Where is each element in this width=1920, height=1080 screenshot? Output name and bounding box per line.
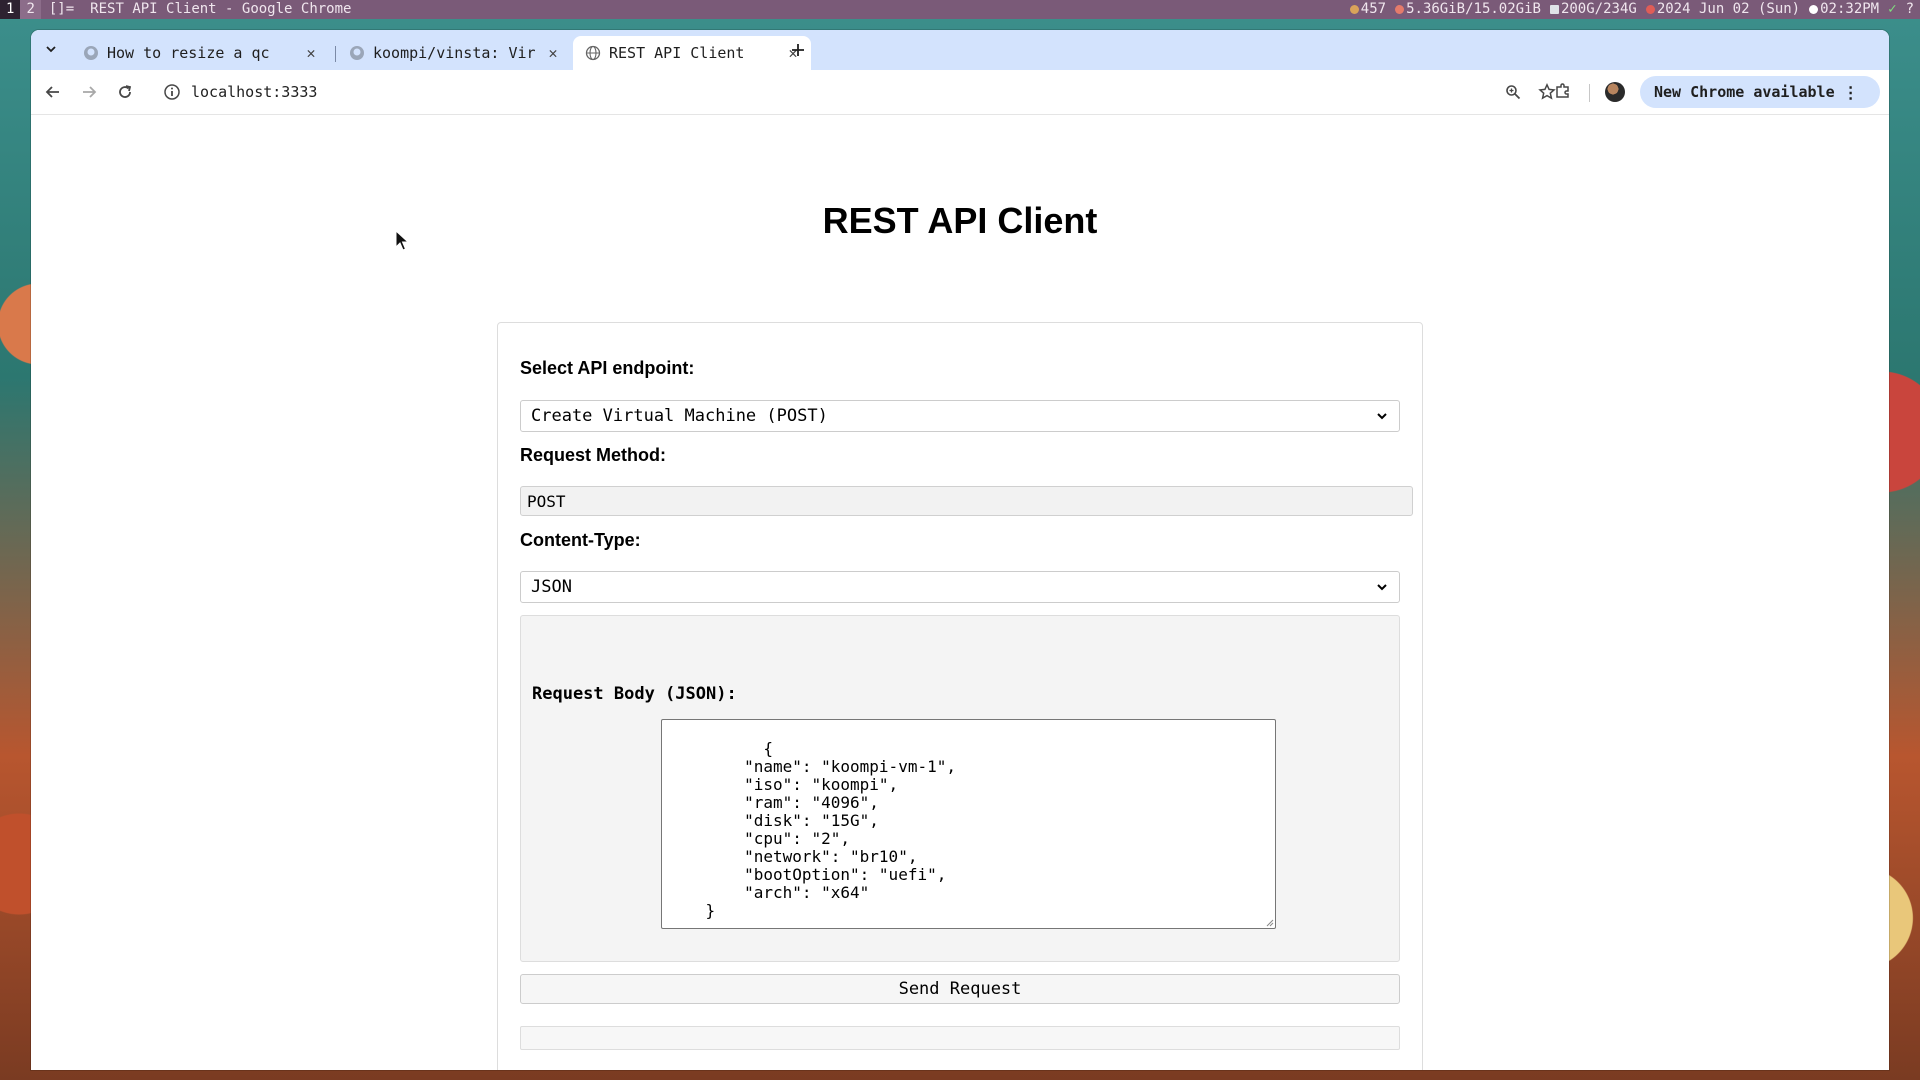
endpoint-label: Select API endpoint: <box>520 358 695 378</box>
site-info-icon[interactable] <box>163 83 181 101</box>
url-text[interactable]: localhost:3333 <box>191 83 317 101</box>
back-button[interactable] <box>41 80 65 104</box>
address-bar[interactable]: localhost:3333 <box>153 76 1567 108</box>
response-output <box>520 1026 1400 1050</box>
tab-label: How to resize a qc <box>107 44 270 62</box>
tab-label: REST API Client <box>609 44 745 62</box>
forward-button[interactable] <box>77 80 101 104</box>
tab-rest-api-client[interactable]: REST API Client ✕ <box>573 36 811 70</box>
request-method-input[interactable]: POST <box>520 486 1413 516</box>
tab-label: koompi/vinsta: Vir <box>373 44 536 62</box>
workspace-2[interactable]: 2 <box>20 0 41 19</box>
request-method-label: Request Method: <box>520 445 666 465</box>
package-icon <box>1349 5 1359 14</box>
profile-avatar[interactable] <box>1605 82 1625 102</box>
tab-resize-qcow[interactable]: How to resize a qc ✕ <box>71 36 329 70</box>
os-status-bar: 1 2 []= REST API Client - Google Chrome … <box>0 0 1920 19</box>
browser-toolbar: localhost:3333 New Chrome available ⋮ <box>31 70 1889 115</box>
send-request-button[interactable]: Send Request <box>520 974 1400 1004</box>
content-type-select[interactable]: JSON <box>520 571 1400 603</box>
content-type-label: Content-Type: <box>520 530 641 550</box>
browser-window: How to resize a qc ✕ koompi/vinsta: Vir … <box>31 30 1889 1070</box>
content-type-selected-value: JSON <box>531 577 572 597</box>
help-icon[interactable]: ? <box>1906 0 1914 19</box>
request-body-label: Request Body (JSON): <box>532 684 737 704</box>
calendar-icon <box>1645 5 1655 14</box>
reload-icon <box>119 85 132 98</box>
disk-indicator: 200G/234G <box>1549 0 1637 19</box>
mouse-cursor-icon <box>395 230 409 251</box>
memory-indicator: 5.36GiB/15.02GiB <box>1395 0 1541 19</box>
zoom-button[interactable] <box>1503 82 1523 102</box>
new-tab-button[interactable] <box>786 38 810 62</box>
extensions-button[interactable] <box>1553 81 1573 101</box>
arrow-left-icon <box>45 86 59 98</box>
request-method-value: POST <box>527 491 566 511</box>
resize-handle-icon[interactable] <box>1264 917 1274 927</box>
memory-icon <box>1395 5 1405 14</box>
request-body-section: Request Body (JSON): { "name": "koompi-v… <box>520 615 1400 962</box>
tab-search-button[interactable] <box>39 37 63 61</box>
request-body-textarea[interactable]: { "name": "koompi-vm-1", "iso": "koompi"… <box>661 719 1276 929</box>
puzzle-icon <box>1556 83 1569 98</box>
page-title: REST API Client <box>822 200 1098 241</box>
endpoint-selected-value: Create Virtual Machine (POST) <box>531 406 828 426</box>
disk-icon <box>1549 5 1559 14</box>
updates-indicator: 457 <box>1349 0 1386 19</box>
arrow-right-icon <box>83 86 97 98</box>
send-request-label: Send Request <box>898 979 1022 999</box>
time-indicator: 02:32PM <box>1809 0 1879 19</box>
request-body-text: { "name": "koompi-vm-1", "iso": "koompi"… <box>705 739 956 920</box>
date-indicator: 2024 Jun 02 (Sun) <box>1645 0 1800 19</box>
clock-icon <box>1809 5 1819 14</box>
layout-indicator[interactable]: []= <box>41 0 82 19</box>
chevron-down-icon <box>1377 413 1387 420</box>
github-icon <box>84 46 98 60</box>
api-form-panel: Select API endpoint: Create Virtual Mach… <box>497 322 1423 1070</box>
toolbar-divider <box>1589 84 1590 102</box>
close-icon[interactable]: ✕ <box>545 44 561 62</box>
tab-strip: How to resize a qc ✕ koompi/vinsta: Vir … <box>31 30 1889 70</box>
check-icon[interactable]: ✓ <box>1888 0 1896 19</box>
plus-icon <box>792 44 804 56</box>
close-icon[interactable]: ✕ <box>303 44 319 62</box>
workspace-1[interactable]: 1 <box>0 0 21 19</box>
window-title: REST API Client - Google Chrome <box>90 1 352 17</box>
reload-button[interactable] <box>113 80 137 104</box>
new-chrome-available-button[interactable]: New Chrome available ⋮ <box>1640 76 1880 108</box>
tab-koompi-vinsta[interactable]: koompi/vinsta: Vir ✕ <box>337 36 571 70</box>
github-icon <box>350 46 364 60</box>
chevron-down-icon <box>1377 584 1387 591</box>
tab-divider <box>335 46 336 62</box>
globe-icon <box>585 45 601 61</box>
update-label: New Chrome available <box>1654 83 1835 101</box>
zoom-icon <box>1506 85 1521 100</box>
endpoint-select[interactable]: Create Virtual Machine (POST) <box>520 400 1400 432</box>
page-content: REST API Client Select API endpoint: Cre… <box>31 115 1889 1070</box>
kebab-menu-icon: ⋮ <box>1842 82 1859 102</box>
chevron-down-icon <box>46 46 56 53</box>
